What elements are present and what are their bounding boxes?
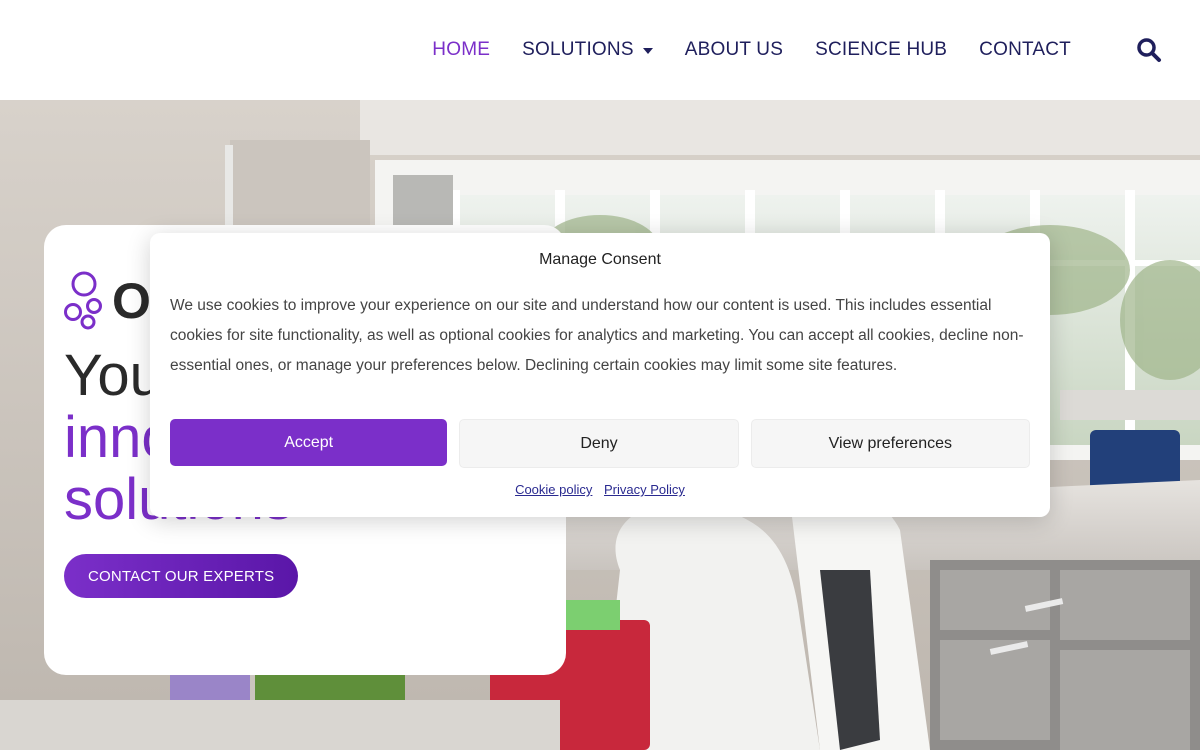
view-preferences-button[interactable]: View preferences [750, 419, 1030, 468]
chevron-down-icon [642, 48, 653, 54]
nav-home[interactable]: HOME [432, 39, 506, 61]
consent-button-row: Accept Deny View preferences [170, 419, 1030, 468]
cookie-policy-link[interactable]: Cookie policy [515, 482, 592, 497]
nav-science-hub[interactable]: SCIENCE HUB [799, 39, 963, 61]
nav-solutions[interactable]: SOLUTIONS [506, 39, 669, 61]
consent-title: Manage Consent [539, 251, 661, 268]
consent-body-text: We use cookies to improve your experienc… [170, 297, 1024, 374]
logo-bubbles-icon [64, 271, 102, 330]
consent-dialog: Manage Consent We use cookies to improve… [150, 233, 1050, 517]
company-logo[interactable]: Ol [64, 271, 164, 331]
nav-about-us[interactable]: ABOUT US [669, 39, 799, 61]
contact-experts-button[interactable]: CONTACT OUR EXPERTS [64, 554, 299, 598]
consent-links: Cookie policy Privacy Policy [150, 482, 1050, 497]
nav-solutions-label: SOLUTIONS [522, 39, 634, 60]
main-nav: HOME SOLUTIONS ABOUT US SCIENCE HUB CONT… [432, 0, 1200, 100]
privacy-policy-link[interactable]: Privacy Policy [604, 482, 685, 497]
deny-button[interactable]: Deny [459, 419, 739, 468]
site-header: HOME SOLUTIONS ABOUT US SCIENCE HUB CONT… [0, 0, 1200, 100]
accept-button[interactable]: Accept [170, 419, 448, 466]
nav-contact[interactable]: CONTACT [963, 39, 1087, 61]
search-icon[interactable] [1136, 37, 1162, 63]
